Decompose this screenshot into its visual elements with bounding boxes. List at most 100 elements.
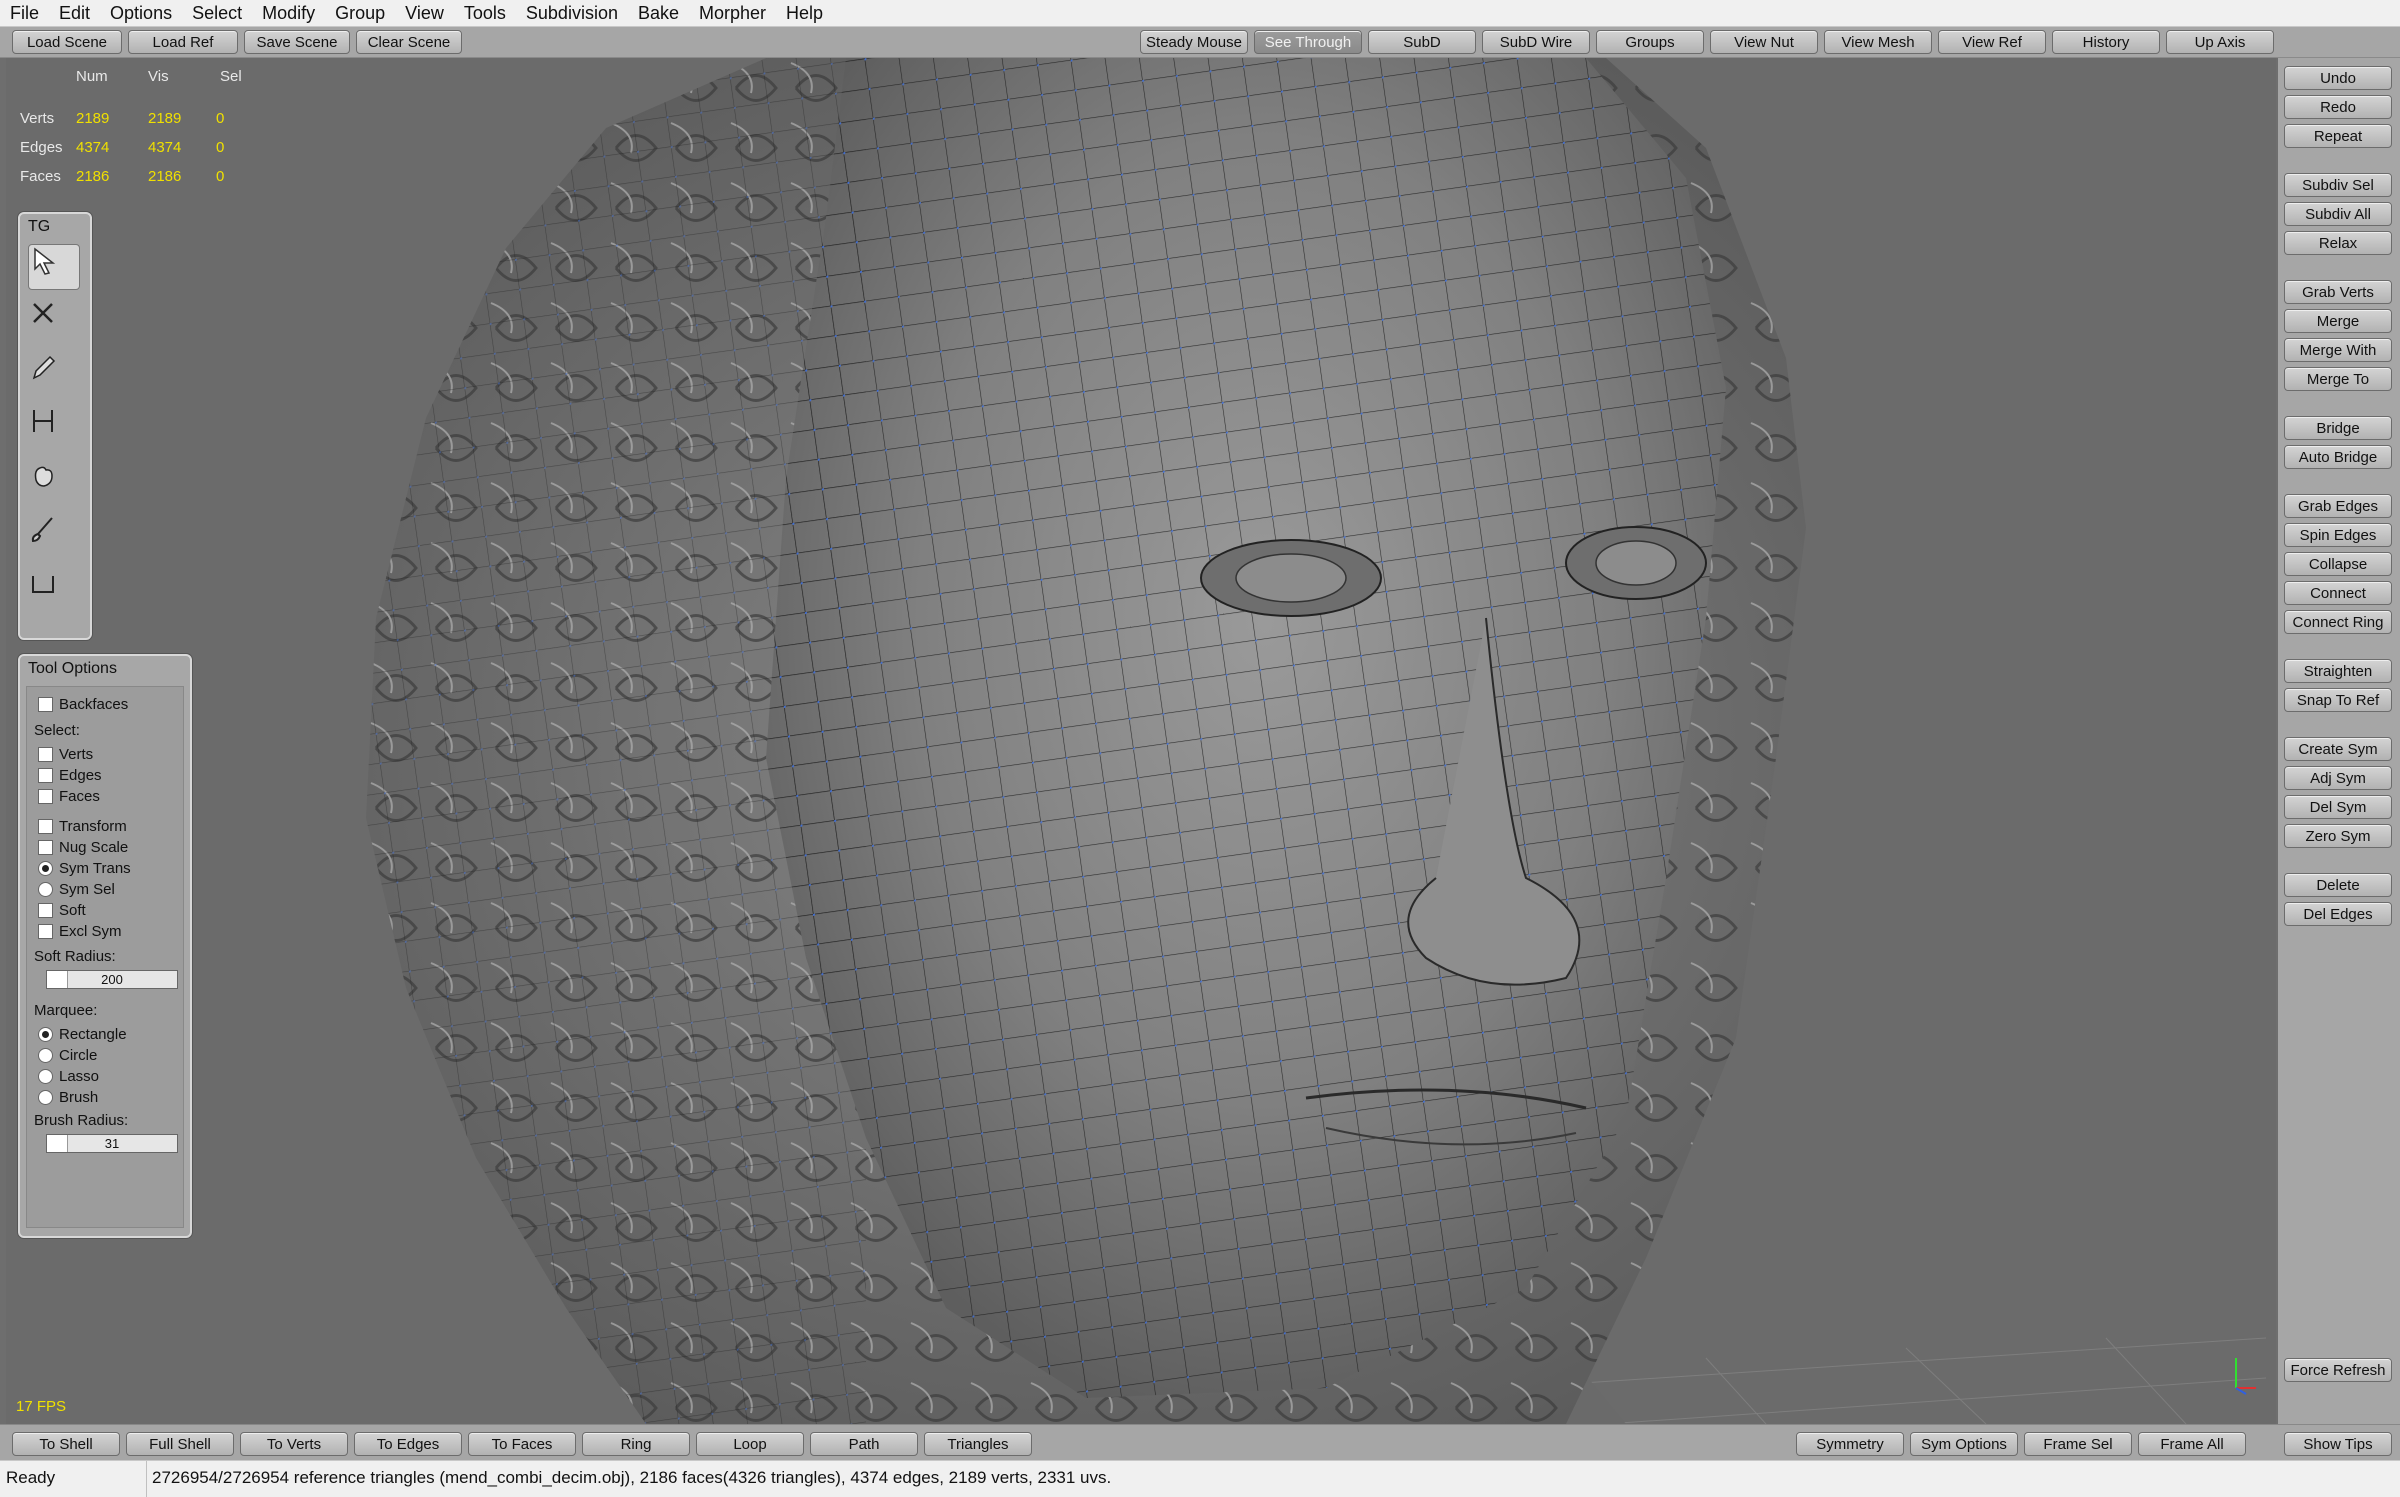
full-shell-button[interactable]: Full Shell [126,1432,234,1456]
repeat-button[interactable]: Repeat [2284,124,2392,148]
soft-radius-slider[interactable]: 200 [46,970,178,989]
menu-file[interactable]: File [0,0,49,26]
zero-sym-button[interactable]: Zero Sym [2284,824,2392,848]
undo-button[interactable]: Undo [2284,66,2392,90]
transform-checkbox[interactable]: Transform [38,818,127,835]
load-ref-button[interactable]: Load Ref [128,30,238,54]
menu-help[interactable]: Help [776,0,833,26]
menu-group[interactable]: Group [325,0,395,26]
connect-ring-button[interactable]: Connect Ring [2284,610,2392,634]
menu-bar: File Edit Options Select Modify Group View Tool… [0,0,2400,27]
menu-select[interactable]: Select [182,0,252,26]
triangles-button[interactable]: Triangles [924,1432,1032,1456]
merge-to-button[interactable]: Merge To [2284,367,2392,391]
subd-toggle[interactable]: SubD [1368,30,1476,54]
frame-sel-button[interactable]: Frame Sel [2024,1432,2132,1456]
del-edges-button[interactable]: Del Edges [2284,902,2392,926]
view-mesh-toggle[interactable]: View Mesh [1824,30,1932,54]
to-verts-button[interactable]: To Verts [240,1432,348,1456]
create-sym-button[interactable]: Create Sym [2284,737,2392,761]
excl-sym-checkbox[interactable]: Excl Sym [38,923,122,940]
subdiv-all-button[interactable]: Subdiv All [2284,202,2392,226]
stats-sel: 0 [216,168,225,185]
merge-button[interactable]: Merge [2284,309,2392,333]
subd-wire-toggle[interactable]: SubD Wire [1482,30,1590,54]
select-verts-checkbox[interactable]: Verts [38,746,93,763]
bridge-tool-icon[interactable] [28,406,78,450]
menu-subdivision[interactable]: Subdivision [516,0,628,26]
delete-button[interactable]: Delete [2284,873,2392,897]
backfaces-checkbox[interactable]: Backfaces [38,696,128,713]
select-arrow-icon[interactable] [28,244,80,290]
3d-viewport[interactable]: Num Vis Sel Verts 2189 2189 0 Edges 4374 4374 0 Fac… [6,58,2276,1424]
relax-button[interactable]: Relax [2284,231,2392,255]
load-scene-button[interactable]: Load Scene [12,30,122,54]
to-edges-button[interactable]: To Edges [354,1432,462,1456]
grab-verts-button[interactable]: Grab Verts [2284,280,2392,304]
status-bar: Ready 2726954/2726954 reference triangle… [0,1460,2400,1497]
menu-edit[interactable]: Edit [49,0,100,26]
hand-tool-icon[interactable] [28,460,78,504]
menu-view[interactable]: View [395,0,454,26]
history-toggle[interactable]: History [2052,30,2160,54]
connect-button[interactable]: Connect [2284,581,2392,605]
menu-options[interactable]: Options [100,0,182,26]
marquee-brush-radio[interactable]: Brush [38,1089,98,1106]
steady-mouse-toggle[interactable]: Steady Mouse [1140,30,1248,54]
up-axis-toggle[interactable]: Up Axis [2166,30,2274,54]
marquee-rectangle-radio[interactable]: Rectangle [38,1026,127,1043]
menu-bake[interactable]: Bake [628,0,689,26]
stats-header-num: Num [76,68,108,85]
menu-tools[interactable]: Tools [454,0,516,26]
cross-icon[interactable] [28,298,78,342]
select-faces-checkbox[interactable]: Faces [38,788,100,805]
groups-toggle[interactable]: Groups [1596,30,1704,54]
stats-label-verts: Verts [20,110,55,127]
save-scene-button[interactable]: Save Scene [244,30,350,54]
grab-edges-button[interactable]: Grab Edges [2284,494,2392,518]
brush-radius-slider[interactable]: 31 [46,1134,178,1153]
subdiv-sel-button[interactable]: Subdiv Sel [2284,173,2392,197]
clear-scene-button[interactable]: Clear Scene [356,30,462,54]
del-sym-button[interactable]: Del Sym [2284,795,2392,819]
view-nut-toggle[interactable]: View Nut [1710,30,1818,54]
see-through-toggle[interactable]: See Through [1254,30,1362,54]
menu-modify[interactable]: Modify [252,0,325,26]
path-button[interactable]: Path [810,1432,918,1456]
stats-vis: 2186 [148,168,182,185]
show-tips-button[interactable]: Show Tips [2284,1432,2392,1456]
symmetry-button[interactable]: Symmetry [1796,1432,1904,1456]
to-shell-button[interactable]: To Shell [12,1432,120,1456]
bridge-button[interactable]: Bridge [2284,416,2392,440]
marquee-lasso-radio[interactable]: Lasso [38,1068,99,1085]
pencil-icon[interactable] [28,352,78,396]
soft-checkbox[interactable]: Soft [38,902,86,919]
view-ref-toggle[interactable]: View Ref [1938,30,2046,54]
redo-button[interactable]: Redo [2284,95,2392,119]
measure-tool-icon[interactable] [28,568,78,612]
ring-button[interactable]: Ring [582,1432,690,1456]
snap-to-ref-button[interactable]: Snap To Ref [2284,688,2392,712]
merge-with-button[interactable]: Merge With [2284,338,2392,362]
auto-bridge-button[interactable]: Auto Bridge [2284,445,2392,469]
loop-button[interactable]: Loop [696,1432,804,1456]
select-edges-checkbox[interactable]: Edges [38,767,102,784]
adj-sym-button[interactable]: Adj Sym [2284,766,2392,790]
spin-edges-button[interactable]: Spin Edges [2284,523,2392,547]
frame-all-button[interactable]: Frame All [2138,1432,2246,1456]
sym-trans-radio[interactable]: Sym Trans [38,860,131,877]
straighten-button[interactable]: Straighten [2284,659,2392,683]
marquee-circle-radio[interactable]: Circle [38,1047,97,1064]
select-label: Select: [34,722,80,739]
nug-scale-checkbox[interactable]: Nug Scale [38,839,128,856]
collapse-button[interactable]: Collapse [2284,552,2392,576]
sym-options-button[interactable]: Sym Options [1910,1432,2018,1456]
menu-morpher[interactable]: Morpher [689,0,776,26]
marquee-label: Marquee: [34,1002,98,1019]
to-faces-button[interactable]: To Faces [468,1432,576,1456]
brush-tool-icon[interactable] [28,514,78,558]
stats-sel: 0 [216,110,225,127]
sym-sel-radio[interactable]: Sym Sel [38,881,115,898]
tool-options-title: Tool Options [28,660,117,677]
force-refresh-button[interactable]: Force Refresh [2284,1358,2392,1382]
